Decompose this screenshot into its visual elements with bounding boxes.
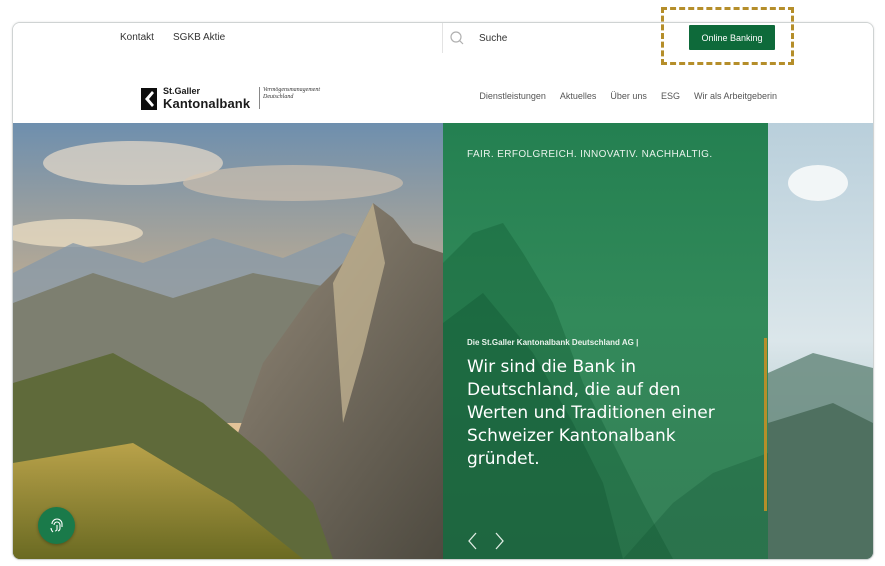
nav-item-dienstleistungen[interactable]: Dienstleistungen (479, 91, 546, 101)
chevron-left-icon[interactable] (465, 531, 481, 551)
hero-section: FAIR. ERFOLGREICH. INNOVATIV. NACHHALTIG… (13, 123, 873, 559)
hero-headline: Wir sind die Bank in Deutschland, die au… (467, 357, 715, 469)
fingerprint-button[interactable] (38, 507, 75, 544)
chevron-right-icon[interactable] (491, 531, 507, 551)
browser-window: Kontakt SGKB Aktie Online Banking St.Gal… (12, 22, 874, 560)
nav-item-esg[interactable]: ESG (661, 91, 680, 101)
hero-text-panel: FAIR. ERFOLGREICH. INNOVATIV. NACHHALTIG… (443, 123, 768, 559)
nav-item-ueber-uns[interactable]: Über uns (610, 91, 647, 101)
logo-line2: Kantonalbank (163, 96, 251, 111)
top-utility-bar: Kontakt SGKB Aktie Online Banking (13, 23, 873, 54)
logo-divider (259, 87, 260, 109)
main-nav: Dienstleistungen Aktuelles Über uns ESG … (479, 91, 777, 101)
nav-item-aktuelles[interactable]: Aktuelles (560, 91, 597, 101)
logo-sub1: Vermögensmanagement (263, 87, 320, 93)
logo-sub2: Deutschland (263, 94, 294, 100)
contact-link[interactable]: Kontakt (120, 32, 154, 43)
accent-bar (764, 338, 767, 511)
sgkb-share-link[interactable]: SGKB Aktie (173, 32, 225, 43)
search-input[interactable] (479, 30, 639, 46)
logo-mark-icon (141, 88, 157, 110)
divider (442, 23, 443, 53)
main-header: St.Galler Kantonalbank Vermögensmanageme… (13, 53, 873, 123)
search-icon[interactable] (449, 30, 465, 46)
hero-tagline: FAIR. ERFOLGREICH. INNOVATIV. NACHHALTIG… (467, 149, 713, 160)
online-banking-button[interactable]: Online Banking (689, 25, 775, 50)
hero-kicker: Die St.Galler Kantonalbank Deutschland A… (467, 338, 639, 347)
logo-subtitle: Vermögensmanagement Deutschland (263, 87, 320, 101)
nav-item-arbeitgeberin[interactable]: Wir als Arbeitgeberin (694, 91, 777, 101)
fingerprint-icon (50, 518, 63, 533)
logo-line1: St.Galler (163, 86, 201, 96)
